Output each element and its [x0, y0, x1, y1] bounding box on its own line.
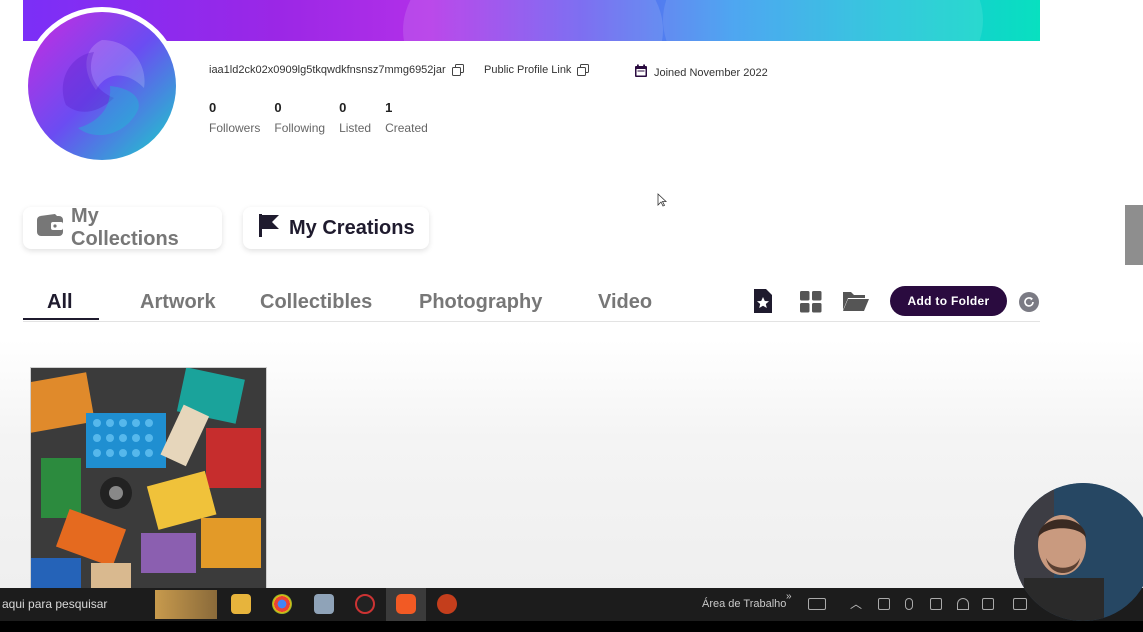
tab-video[interactable]: Video	[598, 291, 652, 314]
public-link-label: Public Profile Link	[484, 64, 572, 76]
active-tab-indicator	[23, 318, 99, 320]
stat-label: Followers	[209, 121, 261, 135]
windows-taskbar: aqui para pesquisar Área de Trabalho » ︿	[0, 588, 1143, 621]
desktop-toolbar-label[interactable]: Área de Trabalho	[702, 598, 786, 610]
joined-label: Joined November 2022	[654, 66, 768, 79]
stat-listed[interactable]: 0 Listed	[339, 100, 371, 135]
search-highlight-image	[155, 590, 217, 619]
keyboard-icon[interactable]	[808, 598, 826, 610]
my-creations-label: My Creations	[289, 216, 415, 239]
flag-icon	[257, 213, 281, 243]
wallet-icon	[37, 214, 63, 242]
profile-avatar	[26, 10, 178, 162]
microphone-icon[interactable]	[905, 598, 913, 610]
powerpoint-icon[interactable]	[437, 594, 457, 614]
notification-icon[interactable]	[1013, 598, 1027, 610]
tab-photography[interactable]: Photography	[419, 291, 542, 314]
stat-following[interactable]: 0 Following	[274, 100, 325, 135]
my-collections-label: My Collections	[71, 205, 179, 250]
add-to-folder-button[interactable]: Add to Folder	[890, 286, 1007, 316]
stat-label: Listed	[339, 121, 372, 135]
app-icon[interactable]	[314, 594, 334, 614]
calendar-icon	[634, 64, 648, 81]
grid-view-icon[interactable]	[800, 291, 822, 318]
tab-all[interactable]: All	[47, 291, 73, 314]
toolbar-expand-chevron[interactable]: »	[786, 591, 792, 602]
tab-artwork[interactable]: Artwork	[140, 291, 216, 314]
obs-icon[interactable]	[355, 594, 375, 614]
taskbar-search-field[interactable]: aqui para pesquisar	[2, 597, 107, 611]
stat-value: 0	[274, 100, 282, 115]
stat-created[interactable]: 1 Created	[385, 100, 428, 135]
profile-stats: 0 Followers 0 Following 0 Listed 1 Creat…	[209, 100, 442, 135]
refresh-icon[interactable]	[1019, 292, 1039, 312]
stat-followers[interactable]: 0 Followers	[209, 100, 260, 135]
copy-icon[interactable]	[451, 64, 464, 76]
wallet-address: iaa1ld2ck02x0909lg5tkqwdkfnsnsz7mmg6952j…	[209, 64, 446, 76]
joined-date: Joined November 2022	[634, 64, 768, 81]
battery-icon[interactable]	[930, 598, 942, 610]
screen-bottom-bar	[0, 621, 1143, 632]
tab-collectibles[interactable]: Collectibles	[260, 291, 372, 314]
volume-icon[interactable]	[982, 598, 994, 610]
tray-up-arrow-icon[interactable]: ︿	[850, 595, 862, 612]
stat-label: Following	[274, 121, 326, 135]
category-tabs: All Artwork Collectibles Photography Vid…	[23, 283, 1040, 322]
tray-app-icon[interactable]	[878, 598, 890, 610]
copy-icon[interactable]	[577, 64, 590, 76]
mouse-cursor-icon	[657, 193, 668, 212]
stat-value: 0	[209, 100, 217, 115]
folder-open-icon[interactable]	[842, 290, 870, 317]
webcam-overlay	[1014, 483, 1143, 621]
stat-value: 0	[339, 100, 347, 115]
nft-card[interactable]	[30, 367, 267, 590]
stat-label: Created	[385, 121, 428, 135]
file-explorer-icon[interactable]	[231, 594, 251, 614]
chrome-icon[interactable]	[272, 594, 292, 614]
wifi-icon[interactable]	[957, 598, 969, 610]
my-collections-button[interactable]: My Collections	[23, 205, 222, 250]
brave-icon[interactable]	[396, 594, 416, 614]
favorite-file-icon[interactable]	[752, 288, 774, 319]
wallet-address-row: iaa1ld2ck02x0909lg5tkqwdkfnsnsz7mmg6952j…	[209, 64, 464, 76]
scrollbar-thumb[interactable]	[1125, 205, 1143, 265]
my-creations-button[interactable]: My Creations	[243, 207, 429, 249]
public-profile-link[interactable]: Public Profile Link	[484, 64, 590, 76]
nft-image	[31, 368, 266, 589]
stat-value: 1	[385, 100, 393, 115]
